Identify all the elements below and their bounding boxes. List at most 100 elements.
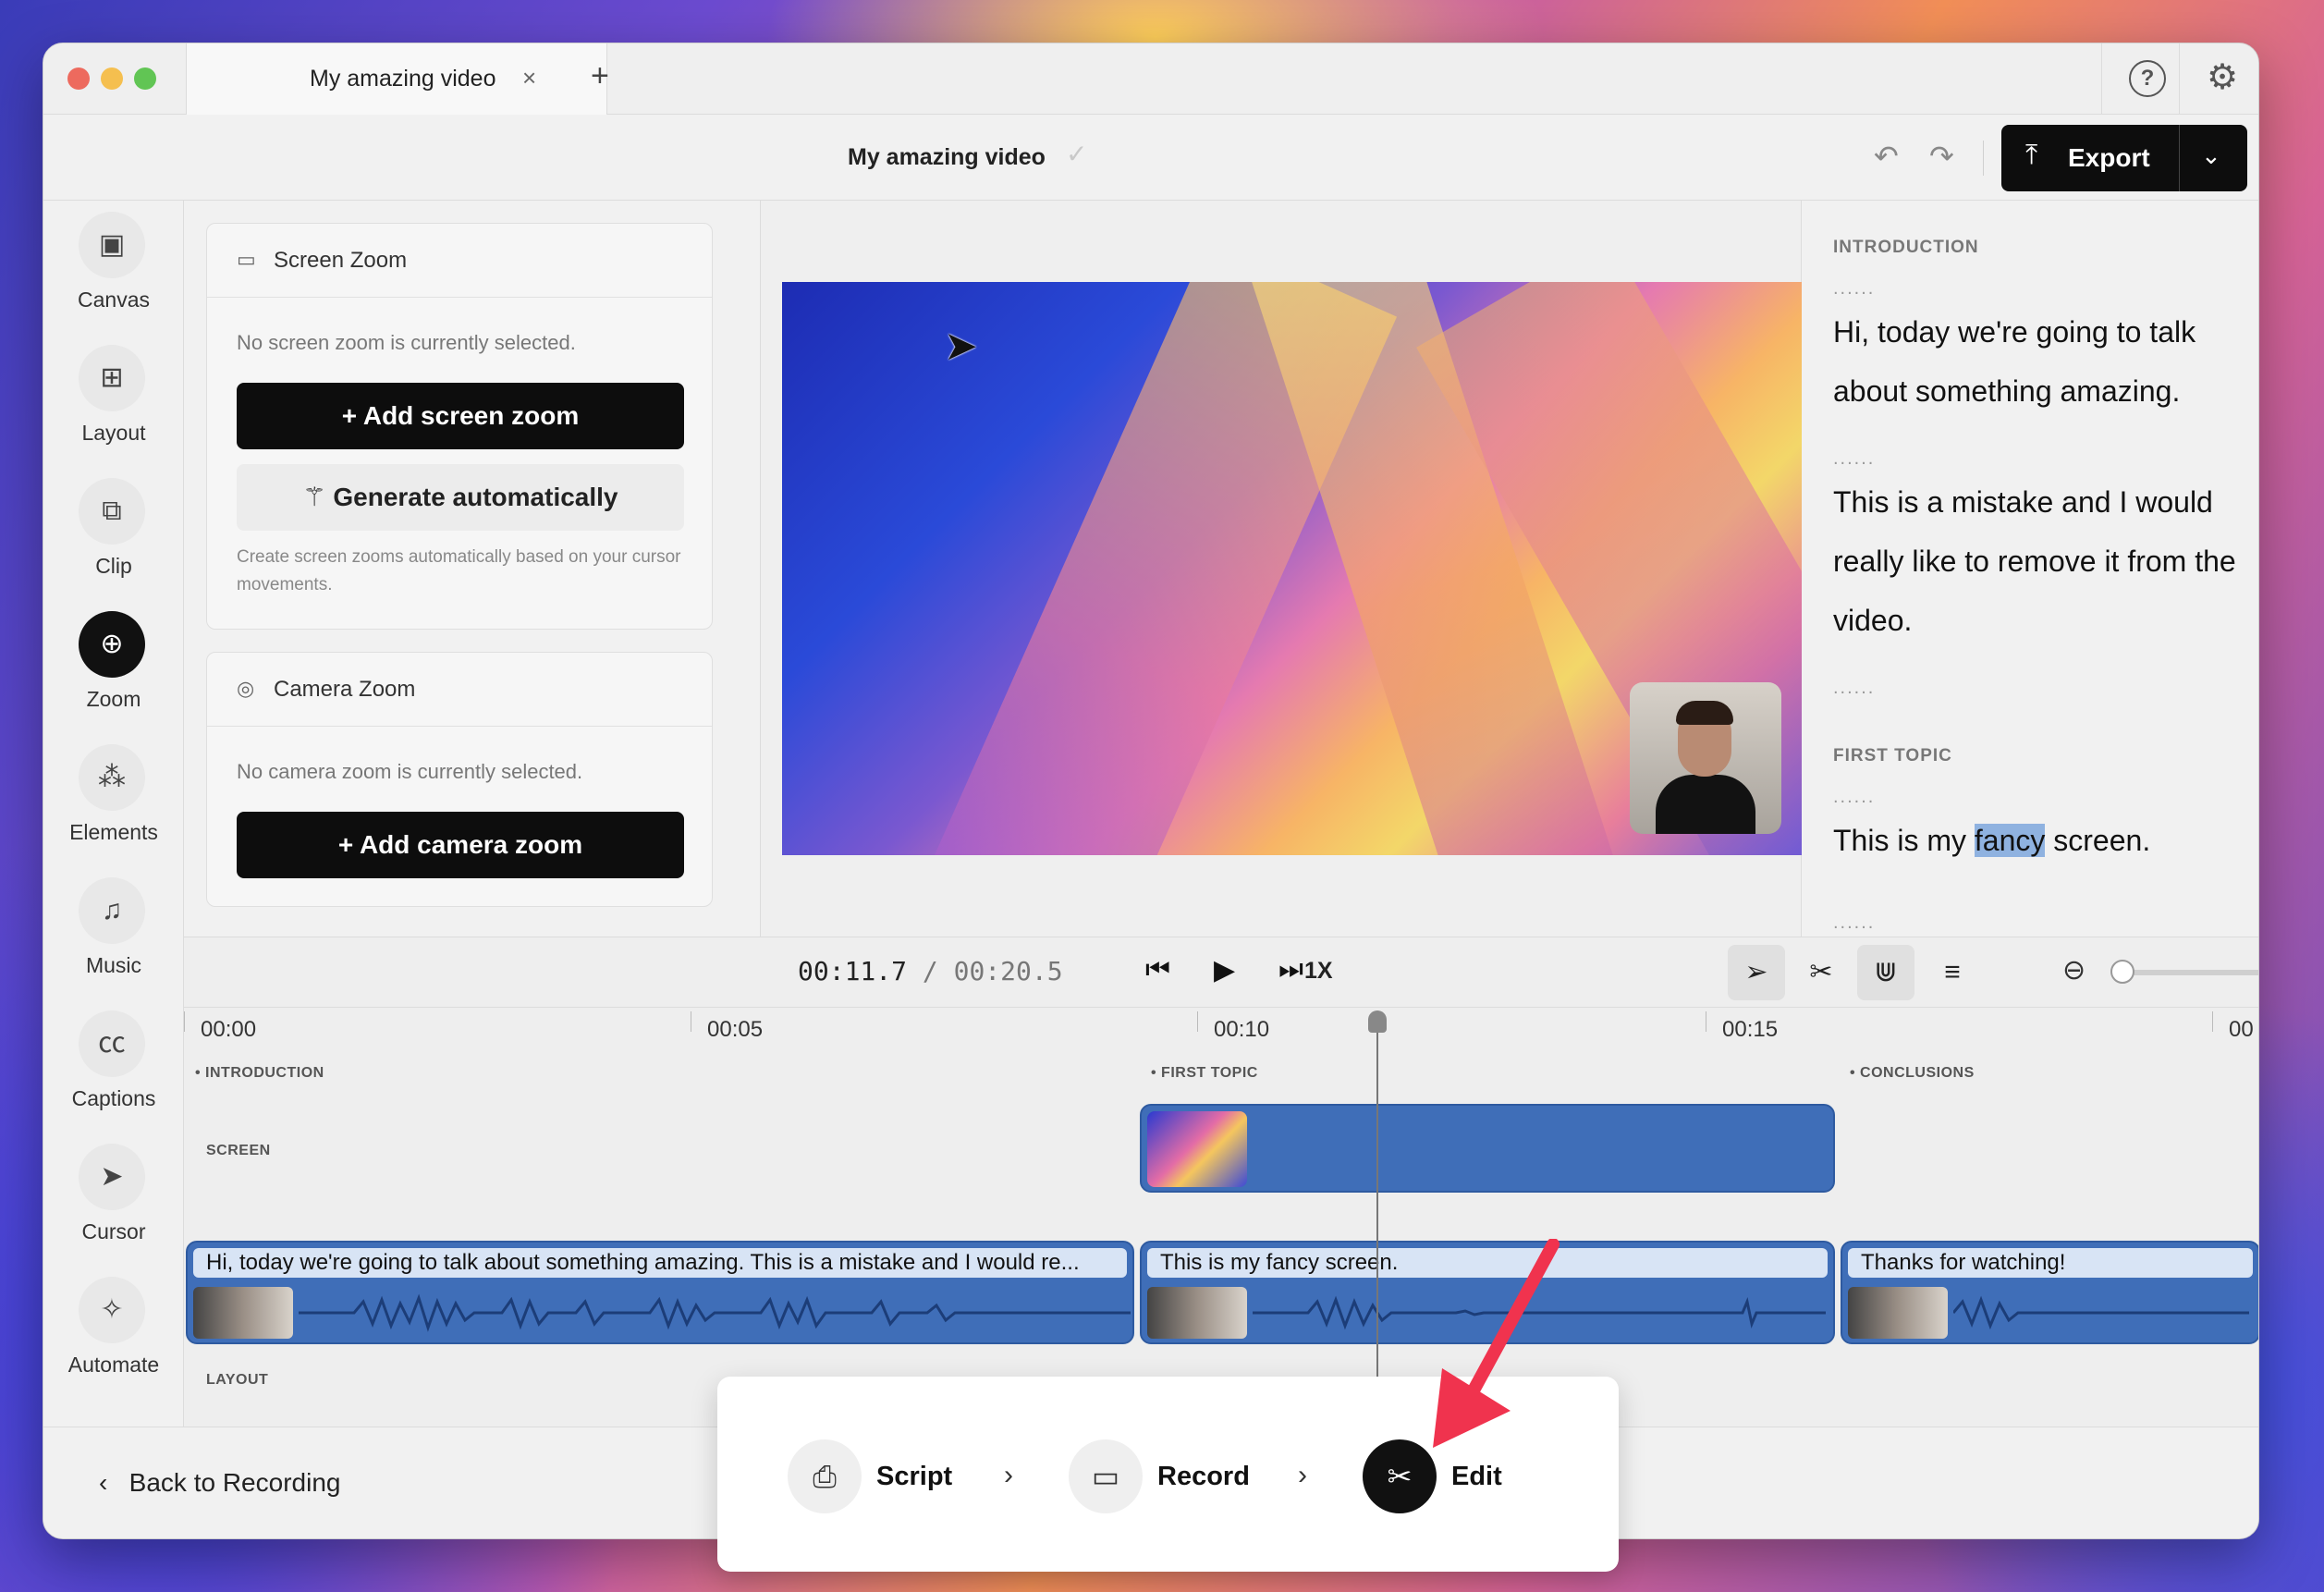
track-label-screen: SCREEN xyxy=(206,1143,271,1158)
left-rail: ▣ Canvas ⊞ Layout ⧉ Clip ⊕ Zoom ⁂ Elements ♫ Music ㏄… xyxy=(43,201,184,1427)
card-title: Camera Zoom xyxy=(274,677,416,702)
rail-item-label: Layout xyxy=(81,421,146,445)
cut-tool-icon[interactable]: ✂ xyxy=(1792,945,1850,1000)
script-paragraph[interactable]: This is a mistake and I would really lik… xyxy=(1833,472,2249,650)
zoom-icon[interactable]: ⊕ xyxy=(79,611,145,678)
step-record[interactable]: Record xyxy=(1157,1462,1250,1492)
chapter-marker[interactable]: • INTRODUCTION xyxy=(195,1065,324,1082)
align-text-icon[interactable]: ≡ xyxy=(1924,945,1981,1000)
video-preview[interactable]: ➤ xyxy=(782,282,1803,855)
clip-thumbnail xyxy=(1848,1287,1948,1339)
text-segment[interactable]: This is my xyxy=(1833,824,1975,857)
rail-item-canvas[interactable]: ▣ Canvas xyxy=(43,212,184,345)
redo-icon[interactable]: ↷ xyxy=(1929,139,1954,174)
script-paragraph[interactable]: This is my fancy screen. xyxy=(1833,811,2249,870)
rail-item-layout[interactable]: ⊞ Layout xyxy=(43,345,184,478)
pause-marker[interactable]: ...... xyxy=(1833,448,1875,470)
magnet-snap-icon[interactable]: ⋓ xyxy=(1857,945,1914,1000)
rail-item-clip[interactable]: ⧉ Clip xyxy=(43,478,184,611)
playhead[interactable] xyxy=(1376,1014,1378,1421)
chapter-label[interactable]: FIRST TOPIC xyxy=(1161,1065,1258,1081)
rail-item-captions[interactable]: ㏄ Captions xyxy=(43,1010,184,1144)
rail-item-automate[interactable]: ✧ Automate xyxy=(43,1277,184,1410)
select-tool-icon[interactable]: ➢ xyxy=(1728,945,1785,1000)
chapter-marker[interactable]: • FIRST TOPIC xyxy=(1151,1065,1258,1082)
playback-speed[interactable]: 1X xyxy=(1304,958,1333,985)
add-screen-zoom-button[interactable]: + Add screen zoom xyxy=(237,383,684,449)
minimize-window-button[interactable] xyxy=(101,67,123,90)
skip-forward-icon[interactable]: ⏭ xyxy=(1278,954,1303,986)
add-camera-zoom-button[interactable]: + Add camera zoom xyxy=(237,812,684,878)
zoom-panel: ▭ Screen Zoom No screen zoom is currentl… xyxy=(184,201,761,937)
camera-clip[interactable]: Thanks for watching! xyxy=(1841,1241,2258,1344)
camera-zoom-card: ◎ Camera Zoom No camera zoom is currentl… xyxy=(206,652,713,907)
script-icon[interactable]: ⎙ xyxy=(788,1439,862,1513)
generate-automatically-button[interactable]: ⚚ Generate automatically xyxy=(237,464,684,531)
mouse-cursor-icon: ➤ xyxy=(944,324,978,369)
rail-item-cursor[interactable]: ➤ Cursor xyxy=(43,1144,184,1277)
camera-icon: ◎ xyxy=(237,677,255,700)
skip-back-icon[interactable]: ⏮ xyxy=(1145,954,1170,986)
pause-marker[interactable]: ...... xyxy=(1833,678,1875,699)
screen-clip[interactable] xyxy=(1140,1104,1835,1193)
pause-marker[interactable]: ...... xyxy=(1833,278,1875,300)
undo-icon[interactable]: ↶ xyxy=(1874,139,1899,174)
screen-zoom-card: ▭ Screen Zoom No screen zoom is currentl… xyxy=(206,223,713,630)
layout-icon[interactable]: ⊞ xyxy=(79,345,145,411)
ruler-tick xyxy=(1197,1011,1198,1032)
back-to-recording-button[interactable]: ‹ Back to Recording xyxy=(99,1468,340,1498)
rail-item-music[interactable]: ♫ Music xyxy=(43,877,184,1010)
clip-transcript[interactable]: Hi, today we're going to talk about some… xyxy=(193,1248,1127,1278)
maximize-window-button[interactable] xyxy=(134,67,156,90)
rail-item-label: Captions xyxy=(71,1086,156,1110)
export-button[interactable]: ⤒ Export ⌄ xyxy=(2001,125,2247,191)
upload-icon: ⤒ xyxy=(2025,140,2038,170)
pause-marker[interactable]: ...... xyxy=(1833,912,1875,934)
clip-transcript[interactable]: Thanks for watching! xyxy=(1848,1248,2253,1278)
text-segment[interactable]: screen. xyxy=(2045,824,2150,857)
magic-wand-icon: ⚚ xyxy=(302,483,334,511)
new-tab-button[interactable]: + xyxy=(591,58,609,94)
ruler-label: 00:15 xyxy=(1722,1017,1779,1042)
close-window-button[interactable] xyxy=(67,67,90,90)
ruler-tick xyxy=(184,1011,185,1032)
saved-check-icon: ✓ xyxy=(1066,140,1088,168)
card-header: ▭ Screen Zoom xyxy=(207,224,712,298)
automate-icon[interactable]: ✧ xyxy=(79,1277,145,1343)
elements-icon[interactable]: ⁂ xyxy=(79,744,145,811)
zoom-out-icon[interactable]: ⊖ xyxy=(2062,954,2085,986)
export-options-chevron-icon[interactable]: ⌄ xyxy=(2201,141,2221,170)
app-window: ú ⌄ My amazing video × + ? ⚙ My amazing … xyxy=(43,43,2259,1539)
project-title[interactable]: My amazing video xyxy=(848,144,1046,171)
chapter-label[interactable]: CONCLUSIONS xyxy=(1860,1065,1975,1081)
camera-clip[interactable]: Hi, today we're going to talk about some… xyxy=(186,1241,1134,1344)
play-icon[interactable]: ▶ xyxy=(1214,954,1235,986)
step-script[interactable]: Script xyxy=(876,1462,952,1492)
ruler-label: 00 xyxy=(2229,1017,2254,1042)
tab-title[interactable]: My amazing video xyxy=(310,66,495,92)
audio-waveform xyxy=(299,1293,1131,1332)
chapter-marker[interactable]: • CONCLUSIONS xyxy=(1850,1065,1975,1082)
cursor-icon[interactable]: ➤ xyxy=(79,1144,145,1210)
slider-handle[interactable] xyxy=(2110,960,2134,984)
playhead-handle[interactable] xyxy=(1368,1010,1387,1033)
step-edit[interactable]: Edit xyxy=(1451,1462,1502,1492)
section-heading: INTRODUCTION xyxy=(1833,238,1979,257)
chapter-label[interactable]: INTRODUCTION xyxy=(205,1065,324,1081)
highlighted-word[interactable]: fancy xyxy=(1974,824,2046,857)
gear-icon[interactable]: ⚙ xyxy=(2207,56,2238,98)
record-icon[interactable]: ▭ xyxy=(1069,1439,1143,1513)
help-icon[interactable]: ? xyxy=(2129,60,2166,97)
generate-label: Generate automatically xyxy=(333,483,618,511)
captions-icon[interactable]: ㏄ xyxy=(79,1010,145,1077)
pause-marker[interactable]: ...... xyxy=(1833,787,1875,808)
rail-item-zoom[interactable]: ⊕ Zoom xyxy=(43,611,184,744)
timeline-zoom-slider[interactable] xyxy=(2122,970,2258,975)
close-tab-icon[interactable]: × xyxy=(522,64,536,92)
clip-icon[interactable]: ⧉ xyxy=(79,478,145,545)
music-icon[interactable]: ♫ xyxy=(79,877,145,944)
canvas-icon[interactable]: ▣ xyxy=(79,212,145,278)
rail-item-elements[interactable]: ⁂ Elements xyxy=(43,744,184,877)
script-paragraph[interactable]: Hi, today we're going to talk about some… xyxy=(1833,302,2249,421)
camera-overlay[interactable] xyxy=(1630,682,1781,834)
